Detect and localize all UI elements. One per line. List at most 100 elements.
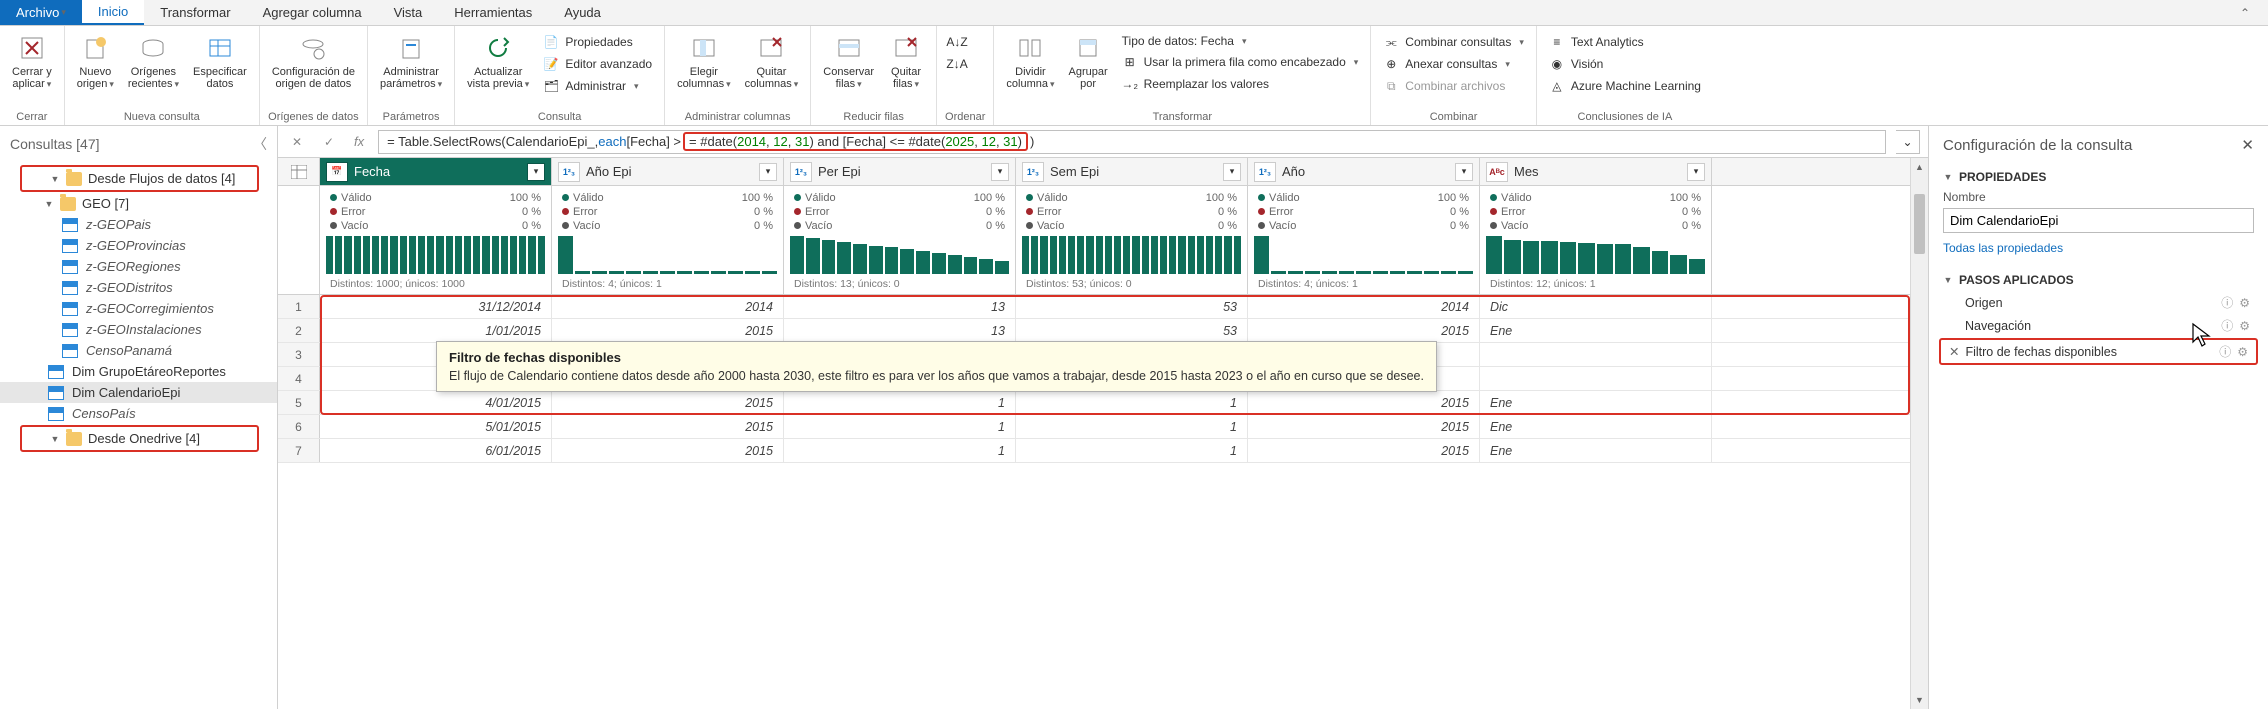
query-item[interactable]: z-GEOCorregimientos	[0, 298, 277, 319]
formula-cancel-button[interactable]: ✕	[286, 131, 308, 153]
table-row[interactable]: 54/01/20152015112015Ene	[278, 391, 1910, 415]
file-menu[interactable]: Archivo▾	[0, 0, 82, 25]
query-item[interactable]: CensoPanamá	[0, 340, 277, 361]
use-first-row-header-button[interactable]: ⊞Usar la primera fila como encabezado▾	[1118, 52, 1363, 72]
group-by-button[interactable]: Agrupar por	[1065, 30, 1112, 92]
info-icon[interactable]: ⓘ	[2221, 317, 2233, 334]
properties-button[interactable]: 📄Propiedades	[539, 32, 656, 52]
formula-expand-button[interactable]: ⌄	[1896, 130, 1920, 154]
table-menu-button[interactable]	[278, 158, 320, 185]
merge-queries-button[interactable]: ⫘Combinar consultas▾	[1379, 32, 1528, 52]
table-row[interactable]: 76/01/20152015112015Ene	[278, 439, 1910, 463]
table-cell[interactable]: Ene	[1480, 319, 1712, 342]
table-cell[interactable]: 53	[1016, 319, 1248, 342]
delete-step-icon[interactable]: ✕	[1949, 344, 1959, 359]
table-cell[interactable]: 2015	[552, 319, 784, 342]
table-cell[interactable]: Ene	[1480, 439, 1712, 462]
data-type-button[interactable]: Tipo de datos: Fecha▾	[1118, 32, 1363, 50]
scroll-down-icon[interactable]: ▼	[1911, 691, 1928, 709]
table-cell[interactable]: Ene	[1480, 415, 1712, 438]
scroll-up-icon[interactable]: ▲	[1911, 158, 1928, 176]
formula-accept-button[interactable]: ✓	[318, 131, 340, 153]
filter-icon[interactable]: ▾	[1455, 163, 1473, 181]
keep-rows-button[interactable]: Conservar filas▾	[819, 30, 878, 92]
table-cell[interactable]	[1480, 367, 1712, 390]
table-row[interactable]: 21/01/2015201513532015Ene	[278, 319, 1910, 343]
column-header-per-epi[interactable]: 1²₃Per Epi▾	[784, 158, 1016, 185]
all-properties-link[interactable]: Todas las propiedades	[1943, 239, 2254, 257]
table-cell[interactable]: 1	[784, 439, 1016, 462]
datatype-icon[interactable]: Aᴮᴄ	[1486, 162, 1508, 182]
table-cell[interactable]: 2015	[1248, 319, 1480, 342]
query-folder-geo[interactable]: ▼GEO [7]	[0, 193, 277, 214]
tab-transformar[interactable]: Transformar	[144, 0, 246, 25]
tab-herramientas[interactable]: Herramientas	[438, 0, 548, 25]
table-cell[interactable]: 13	[784, 319, 1016, 342]
filter-icon[interactable]: ▾	[1687, 163, 1705, 181]
table-row[interactable]: 131/12/2014201413532014Dic	[278, 295, 1910, 319]
query-item[interactable]: z-GEOInstalaciones	[0, 319, 277, 340]
query-item[interactable]: CensoPaís	[0, 403, 277, 424]
filter-icon[interactable]: ▾	[1223, 163, 1241, 181]
query-item[interactable]: z-GEORegiones	[0, 256, 277, 277]
query-item[interactable]: z-GEODistritos	[0, 277, 277, 298]
table-cell[interactable]: 1	[1016, 415, 1248, 438]
append-queries-button[interactable]: ⊕Anexar consultas▾	[1379, 54, 1528, 74]
table-cell[interactable]: 2015	[1248, 415, 1480, 438]
datatype-icon[interactable]: 1²₃	[558, 162, 580, 182]
vertical-scrollbar[interactable]: ▲ ▼	[1910, 158, 1928, 709]
vision-button[interactable]: ◉Visión	[1545, 54, 1705, 74]
table-cell[interactable]: 2015	[1248, 439, 1480, 462]
sort-desc-button[interactable]: Z↓A	[945, 54, 969, 74]
table-cell[interactable]: 31/12/2014	[320, 295, 552, 318]
datatype-icon[interactable]: 📅	[326, 162, 348, 182]
replace-values-button[interactable]: →₂Reemplazar los valores	[1118, 74, 1363, 94]
settings-close-button[interactable]: ✕	[2241, 136, 2254, 154]
azure-ml-button[interactable]: ◬Azure Machine Learning	[1545, 76, 1705, 96]
query-item[interactable]: z-GEOPais	[0, 214, 277, 235]
query-folder-flujos-datos[interactable]: ▼Desde Flujos de datos [4]	[22, 168, 257, 189]
column-header-fecha[interactable]: 📅Fecha▾	[320, 158, 552, 185]
column-header-mes[interactable]: AᴮᴄMes▾	[1480, 158, 1712, 185]
applied-step-selected[interactable]: ✕ Filtro de fechas disponibles ⓘ ⚙	[1945, 340, 2252, 363]
properties-section-header[interactable]: ▼PROPIEDADES	[1943, 164, 2254, 188]
applied-steps-section-header[interactable]: ▼PASOS APLICADOS	[1943, 267, 2254, 291]
data-source-settings-button[interactable]: Configuración de origen de datos	[268, 30, 359, 92]
table-cell[interactable]: 2014	[552, 295, 784, 318]
query-item-selected[interactable]: Dim CalendarioEpi	[0, 382, 277, 403]
query-folder-onedrive[interactable]: ▼Desde Onedrive [4]	[22, 428, 257, 449]
combine-files-button[interactable]: ⧉Combinar archivos	[1379, 76, 1528, 96]
table-cell[interactable]: 2015	[552, 439, 784, 462]
table-cell[interactable]: Ene	[1480, 391, 1712, 414]
split-column-button[interactable]: Dividir columna▾	[1002, 30, 1058, 92]
table-cell[interactable]: 1	[784, 415, 1016, 438]
gear-icon[interactable]: ⚙	[2237, 345, 2248, 359]
queries-collapse-icon[interactable]: 〈	[253, 134, 267, 154]
table-cell[interactable]: 1	[784, 391, 1016, 414]
ribbon-collapse-icon[interactable]: ⌃	[2222, 0, 2268, 25]
filter-icon[interactable]: ▾	[759, 163, 777, 181]
table-cell[interactable]: 2014	[1248, 295, 1480, 318]
advanced-editor-button[interactable]: 📝Editor avanzado	[539, 54, 656, 74]
query-item[interactable]: Dim GrupoEtáreoReportes	[0, 361, 277, 382]
table-cell[interactable]: 2015	[552, 415, 784, 438]
new-source-button[interactable]: Nuevo origen▾	[73, 30, 118, 92]
manage-button[interactable]: 🗂Administrar▾	[539, 76, 656, 96]
applied-step[interactable]: Navegaciónⓘ⚙	[1943, 314, 2254, 337]
column-header-sem-epi[interactable]: 1²₃Sem Epi▾	[1016, 158, 1248, 185]
remove-rows-button[interactable]: Quitar filas▾	[884, 30, 928, 92]
info-icon[interactable]: ⓘ	[2221, 294, 2233, 311]
table-cell[interactable]: 2015	[1248, 391, 1480, 414]
table-cell[interactable]: 1	[1016, 391, 1248, 414]
recent-sources-button[interactable]: Orígenes recientes▾	[124, 30, 183, 92]
table-cell[interactable]: 6/01/2015	[320, 439, 552, 462]
gear-icon[interactable]: ⚙	[2239, 296, 2250, 310]
filter-icon[interactable]: ▾	[527, 163, 545, 181]
tab-inicio[interactable]: Inicio	[82, 0, 144, 25]
table-row[interactable]: 65/01/20152015112015Ene	[278, 415, 1910, 439]
datatype-icon[interactable]: 1²₃	[1022, 162, 1044, 182]
filter-icon[interactable]: ▾	[991, 163, 1009, 181]
refresh-preview-button[interactable]: Actualizar vista previa▾	[463, 30, 533, 92]
applied-step[interactable]: Origenⓘ⚙	[1943, 291, 2254, 314]
info-icon[interactable]: ⓘ	[2219, 343, 2231, 360]
